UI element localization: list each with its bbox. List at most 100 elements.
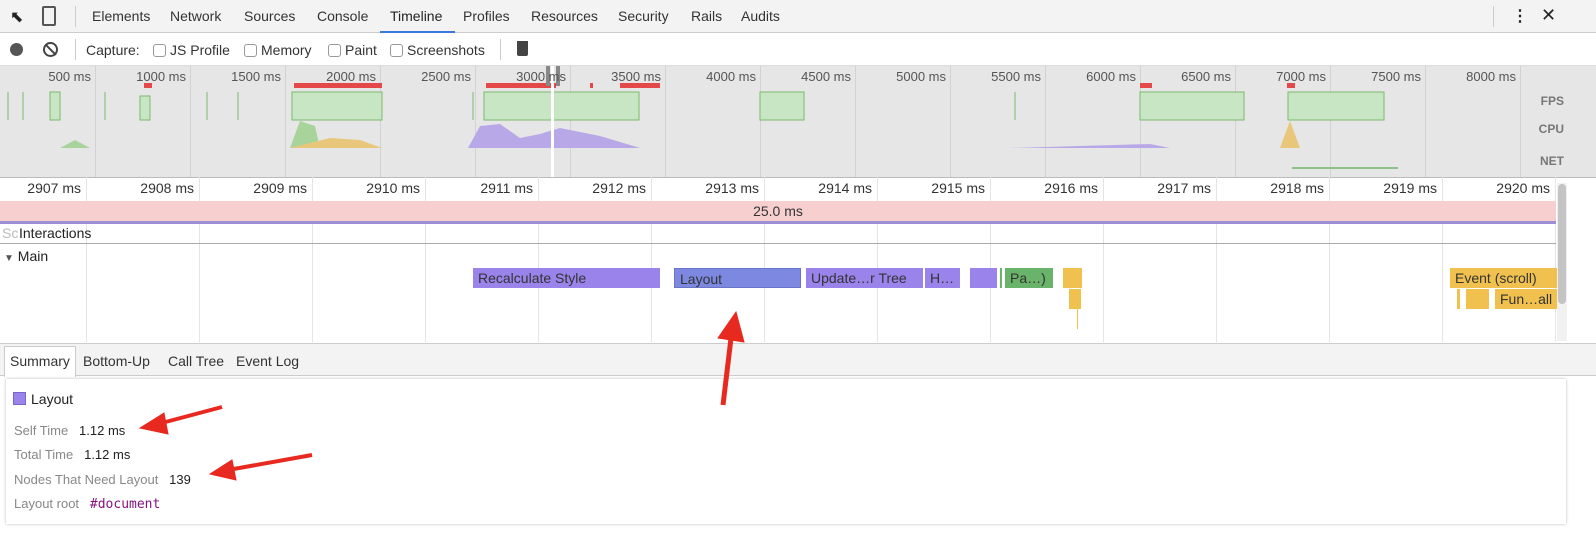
ruler-tick: 2913 ms [705, 180, 759, 196]
divider [500, 39, 501, 60]
ruler-tick: 2917 ms [1157, 180, 1211, 196]
ruler-tick: 2918 ms [1270, 180, 1324, 196]
ruler-tick: 2915 ms [931, 180, 985, 196]
frame-bar[interactable]: 25.0 ms [0, 201, 1556, 221]
close-icon[interactable]: ✕ [1541, 5, 1556, 26]
overview-tick: 500 ms [48, 69, 91, 84]
overview-tick: 4000 ms [706, 69, 756, 84]
more-options-icon[interactable]: ⋮ [1512, 6, 1528, 26]
overview-tick: 7500 ms [1371, 69, 1421, 84]
overview-tick: 6000 ms [1086, 69, 1136, 84]
device-mode-icon[interactable] [42, 6, 56, 26]
arrow-head [717, 310, 745, 343]
overview-tick: 6500 ms [1181, 69, 1231, 84]
overview-tick: 2500 ms [421, 69, 471, 84]
tab-console[interactable]: Console [317, 8, 368, 24]
flame-event-scroll[interactable]: Event (scroll) [1450, 268, 1557, 288]
checkbox-label: JS Profile [170, 42, 230, 58]
main-track-header[interactable]: ▼ Main [4, 248, 48, 264]
tab-audits[interactable]: Audits [741, 8, 780, 24]
flame-block[interactable] [1000, 268, 1002, 288]
flame-hit-test[interactable]: H… [925, 268, 960, 288]
paint-checkbox[interactable]: Paint [328, 42, 377, 58]
ruler-tick: 2908 ms [140, 180, 194, 196]
flame-block[interactable] [1069, 289, 1081, 309]
main-label: Main [17, 248, 49, 264]
record-icon[interactable] [10, 43, 23, 56]
ruler-tick: 2912 ms [592, 180, 646, 196]
flame-update-layer-tree[interactable]: Update…r Tree [806, 268, 923, 288]
fps-block [483, 91, 640, 121]
ruler-tick: 2914 ms [818, 180, 872, 196]
tab-network[interactable]: Network [170, 8, 221, 24]
inspect-element-icon[interactable]: ⬉ [10, 7, 23, 27]
nodes-value: 139 [169, 472, 191, 487]
interactions-track[interactable]: Sc Interactions [0, 224, 1556, 244]
flame-block[interactable] [1457, 289, 1460, 309]
flame-block[interactable] [1063, 268, 1082, 288]
capture-label: Capture: [86, 42, 140, 58]
nodes-label: Nodes That Need Layout [14, 472, 159, 487]
checkbox-label: Paint [345, 42, 377, 58]
overview-tick: 8000 ms [1466, 69, 1516, 84]
tab-call-tree[interactable]: Call Tree [168, 353, 224, 369]
js-profile-checkbox[interactable]: JS Profile [153, 42, 230, 58]
flame-paint[interactable]: Pa…) [1005, 268, 1053, 288]
checkbox-label: Memory [261, 42, 312, 58]
flame-block [1077, 309, 1078, 329]
tab-elements[interactable]: Elements [92, 8, 150, 24]
layout-root-label: Layout root [14, 496, 80, 511]
tab-event-log[interactable]: Event Log [236, 353, 299, 369]
tab-profiles[interactable]: Profiles [463, 8, 510, 24]
self-time-value: 1.12 ms [79, 423, 126, 438]
ruler-tick: 2910 ms [366, 180, 420, 196]
interactions-label: Interactions [19, 225, 92, 241]
trash-icon[interactable] [517, 41, 528, 56]
ruler-tick: 2907 ms [27, 180, 81, 196]
overview-tick: 1500 ms [231, 69, 281, 84]
overview-tick: 3000 ms [516, 69, 566, 84]
screenshots-checkbox[interactable]: Screenshots [390, 42, 485, 58]
timeline-overview[interactable]: 500 ms 1000 ms 1500 ms 2000 ms 2500 ms 3000 m… [0, 66, 1596, 177]
total-time-value: 1.12 ms [84, 447, 131, 462]
memory-checkbox[interactable]: Memory [244, 42, 312, 58]
self-time-label: Self Time [14, 423, 69, 438]
tab-resources[interactable]: Resources [531, 8, 598, 24]
fps-block [1287, 91, 1385, 121]
clear-icon[interactable] [43, 42, 58, 57]
scrollbar-thumb[interactable] [1558, 184, 1566, 304]
fps-block [49, 91, 61, 121]
overview-tick: 5000 ms [896, 69, 946, 84]
fps-label: FPS [1540, 94, 1564, 108]
layout-root-link[interactable]: #document [90, 497, 160, 512]
timeline-toolbar: Capture: JS Profile Memory Paint Screens… [0, 33, 1596, 66]
ruler-tick: 2919 ms [1383, 180, 1437, 196]
tab-summary[interactable]: Summary [10, 353, 70, 369]
net-label: NET [1540, 154, 1564, 168]
flame-block[interactable] [970, 268, 997, 288]
tab-security[interactable]: Security [618, 8, 669, 24]
divider [75, 6, 76, 27]
total-time-label: Total Time [14, 447, 74, 462]
time-ruler: 2907 ms 2908 ms 2909 ms 2910 ms 2911 ms 2912 … [0, 177, 1596, 201]
flame-layout[interactable]: Layout [674, 268, 801, 288]
tab-bottom-up[interactable]: Bottom-Up [83, 353, 150, 369]
overview-tick: 4500 ms [801, 69, 851, 84]
cpu-label: CPU [1538, 122, 1564, 136]
flame-block[interactable] [1466, 289, 1489, 309]
flame-recalculate-style[interactable]: Recalculate Style [473, 268, 660, 288]
fps-block [759, 91, 805, 121]
overview-tick: 1000 ms [136, 69, 186, 84]
summary-panel: Layout Self Time 1.12 ms Total Time 1.12… [6, 379, 1566, 524]
ruler-tick: 2920 ms [1496, 180, 1550, 196]
overview-tick: 2000 ms [326, 69, 376, 84]
tab-sources[interactable]: Sources [244, 8, 295, 24]
overview-tick: 7000 ms [1276, 69, 1326, 84]
ruler-tick: 2909 ms [253, 180, 307, 196]
devtools-tab-bar: ⬉ Elements Network Sources Console Timel… [0, 0, 1596, 33]
overview-tick: 3500 ms [611, 69, 661, 84]
tab-timeline[interactable]: Timeline [390, 8, 442, 24]
divider [75, 39, 76, 60]
tab-rails[interactable]: Rails [691, 8, 722, 24]
fps-block [1139, 91, 1245, 121]
